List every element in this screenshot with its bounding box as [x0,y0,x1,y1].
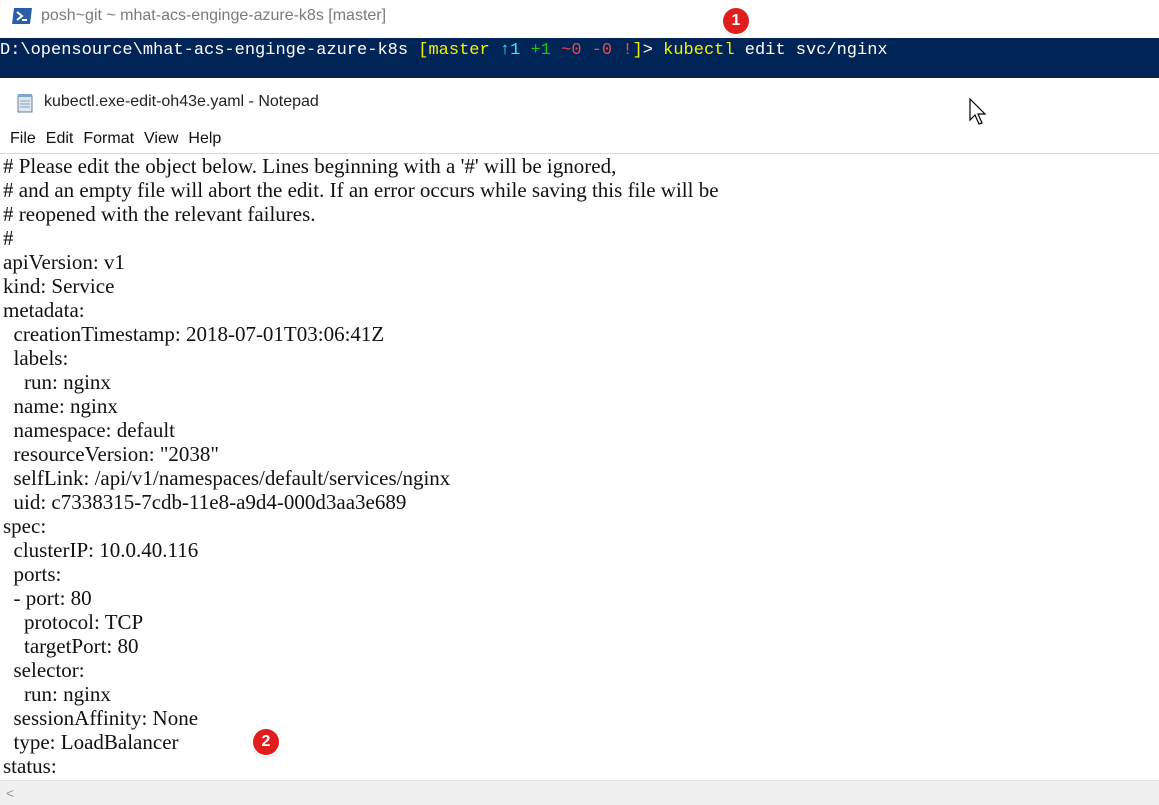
editor-line: - port: 80 [3,586,92,610]
notepad-menu-bar: File Edit Format View Help [0,127,221,151]
menu-file[interactable]: File [10,127,36,151]
prompt-command: kubectl [663,41,735,60]
editor-line: targetPort: 80 [3,634,139,658]
editor-line: type: LoadBalancer [3,730,179,754]
editor-line: # and an empty file will abort the edit.… [3,178,719,202]
editor-line: spec: [3,514,47,538]
editor-line: run: nginx [3,682,111,706]
powershell-prompt-line[interactable]: D:\opensource\mhat-acs-enginge-azure-k8s… [0,38,1159,78]
prompt-branch-close: ] [632,41,643,60]
editor-line: ports: [3,562,62,586]
editor-line: uid: c7338315-7cdb-11e8-a9d4-000d3aa3e68… [3,490,407,514]
notepad-text-area[interactable]: # Please edit the object below. Lines be… [0,153,1159,781]
prompt-args: edit svc/nginx [734,41,888,60]
prompt-bang: ! [612,41,633,60]
prompt-ahead: ↑1 [489,41,521,60]
editor-line: metadata: [3,298,85,322]
editor-line: sessionAffinity: None [3,706,199,730]
editor-line: selector: [3,658,85,682]
prompt-tilde: ~ [550,41,572,60]
prompt-arrow: > [642,41,664,60]
horizontal-scrollbar[interactable]: < [0,780,1159,805]
menu-view[interactable]: View [144,127,178,151]
prompt-deleted: -0 [581,41,613,60]
powershell-window-title: posh~git ~ mhat-acs-enginge-azure-k8s [m… [41,7,387,24]
editor-line: resourceVersion: "2038" [3,442,220,466]
menu-edit[interactable]: Edit [46,127,74,151]
prompt-modified: 0 [571,41,582,60]
notepad-window-title: kubectl.exe-edit-oh43e.yaml - Notepad [44,93,319,110]
powershell-icon [12,8,32,24]
powershell-title-bar: posh~git ~ mhat-acs-enginge-azure-k8s [m… [0,0,1159,38]
editor-line: protocol: TCP [3,610,144,634]
editor-line: run: nginx [3,370,111,394]
scroll-left-arrow-icon[interactable]: < [6,785,14,801]
prompt-path: D:\opensource\mhat-acs-enginge-azure-k8s [0,41,409,60]
editor-line: # [3,226,14,250]
editor-line: apiVersion: v1 [3,250,125,274]
editor-line: # Please edit the object below. Lines be… [3,154,617,178]
annotation-badge-1: 1 [723,8,749,34]
editor-line: namespace: default [3,418,176,442]
prompt-branch: [master [418,41,490,60]
editor-line: clusterIP: 10.0.40.116 [3,538,199,562]
editor-line: status: [3,754,57,778]
menu-help[interactable]: Help [188,127,221,151]
notepad-icon [17,94,33,113]
editor-line: labels: [3,346,69,370]
editor-line: creationTimestamp: 2018-07-01T03:06:41Z [3,322,385,346]
mouse-cursor-icon [969,98,987,125]
menu-format[interactable]: Format [83,127,134,151]
editor-line: # reopened with the relevant failures. [3,202,316,226]
annotation-badge-2: 2 [253,729,279,755]
editor-line: kind: Service [3,274,115,298]
prompt-added: +1 [520,41,551,60]
editor-line: name: nginx [3,394,118,418]
editor-line: selfLink: /api/v1/namespaces/default/ser… [3,466,451,490]
